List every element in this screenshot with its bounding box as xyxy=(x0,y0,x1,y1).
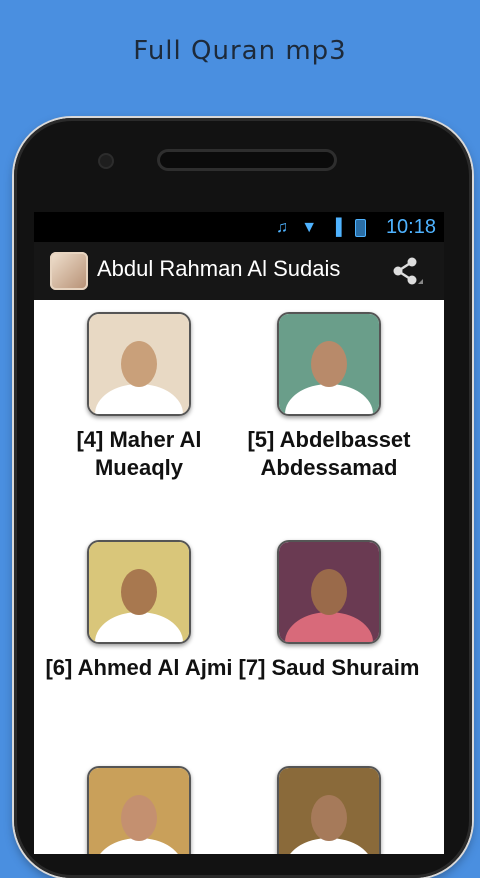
wifi-icon: ▼ xyxy=(301,218,318,236)
status-icons: ♫ ▼ ▐ xyxy=(268,217,366,237)
portrait-image xyxy=(89,542,189,642)
app-icon[interactable] xyxy=(50,252,88,290)
portrait-image xyxy=(279,768,379,854)
status-time: 10:18 xyxy=(385,216,436,238)
phone-screen: ♫ ▼ ▐ 10:18 Abdul Rahman Al Sudais [4] M… xyxy=(34,212,444,854)
reciter-tile[interactable]: [5] Abdelbasset Abdessamad xyxy=(234,312,424,482)
reciter-grid: [4] Maher Al Mueaqly [5] Abdelbasset Abd… xyxy=(34,300,444,854)
reciter-tile[interactable]: [4] Maher Al Mueaqly xyxy=(44,312,234,482)
reciter-label: [7] Saud Shuraim xyxy=(238,655,420,680)
reciter-tile[interactable] xyxy=(44,766,234,854)
action-bar: Abdul Rahman Al Sudais xyxy=(34,242,444,300)
share-icon xyxy=(393,257,423,285)
reciter-photo xyxy=(87,766,191,854)
status-bar: ♫ ▼ ▐ 10:18 xyxy=(34,212,444,242)
reciter-label: [5] Abdelbasset Abdessamad xyxy=(247,427,411,480)
battery-icon xyxy=(355,218,366,237)
portrait-image xyxy=(279,314,379,414)
signal-icon: ▐ xyxy=(330,218,342,236)
portrait-image xyxy=(89,768,189,854)
reciter-tile[interactable]: [6] Ahmed Al Ajmi xyxy=(44,540,234,682)
share-button[interactable] xyxy=(390,256,424,286)
front-camera xyxy=(100,155,112,167)
reciter-photo xyxy=(277,312,381,416)
portrait-image xyxy=(89,314,189,414)
reciter-photo xyxy=(87,540,191,644)
no-sound-icon: ♫ xyxy=(275,218,288,236)
reciter-photo xyxy=(87,312,191,416)
reciter-tile[interactable] xyxy=(234,766,424,854)
promo-title: Full Quran mp3 xyxy=(133,36,347,66)
reciter-label: [4] Maher Al Mueaqly xyxy=(76,427,202,480)
app-title: Abdul Rahman Al Sudais xyxy=(97,256,341,281)
reciter-photo xyxy=(277,766,381,854)
earpiece-speaker xyxy=(160,152,334,168)
reciter-label: [6] Ahmed Al Ajmi xyxy=(45,655,233,680)
reciter-tile[interactable]: [7] Saud Shuraim xyxy=(234,540,424,682)
reciter-photo xyxy=(277,540,381,644)
portrait-image xyxy=(279,542,379,642)
